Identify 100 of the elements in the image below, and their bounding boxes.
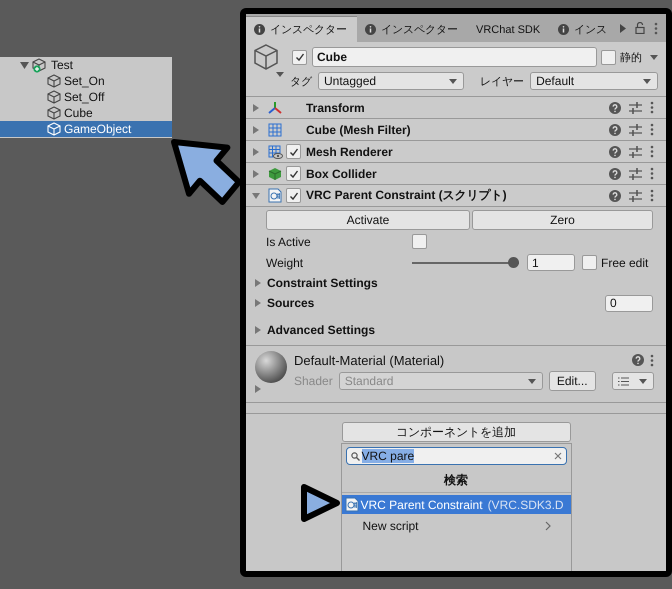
caret-icon [650,54,658,60]
more-icon[interactable] [650,167,654,180]
help-icon[interactable] [609,146,621,158]
grid-icon [268,122,282,136]
active-checkbox[interactable] [292,50,307,64]
menu-item[interactable]: New script [342,516,570,535]
weight-field[interactable]: 1 [527,254,575,271]
foldout-arrow-icon[interactable] [252,126,260,134]
cube-icon [47,90,61,104]
is-active-checkbox[interactable] [412,234,427,249]
checkmark-icon [288,146,298,156]
component-name: Transform [306,100,365,114]
checkbox-label: Free edit [601,256,648,270]
component-name: Mesh Renderer [306,144,393,158]
foldout-arrow-icon[interactable] [254,279,262,287]
search-icon [350,452,360,460]
foldout-label[interactable]: Sources [267,296,314,310]
tree-item[interactable]: GameObject [0,121,172,137]
component-header[interactable]: VRC Parent Constraint (スクリプト) [246,185,666,207]
layer-label: レイヤー [480,74,524,88]
tree-item[interactable]: Set_On [0,73,172,89]
more-icon[interactable] [650,189,654,202]
section-header: 検索 [342,468,570,493]
cube-icon [47,122,61,136]
action-button[interactable]: Activate [266,210,470,230]
inspector-tab[interactable]: VRChat SDK [468,17,550,42]
component-name: Cube (Mesh Filter) [306,122,411,136]
clear-icon[interactable] [554,452,562,460]
add-component-button[interactable]: コンポーネントを追加 [342,422,570,442]
foldout-label[interactable]: Constraint Settings [267,276,378,290]
more-icon[interactable] [650,101,654,114]
tree-item[interactable]: Test [0,57,172,73]
script-icon [344,497,358,512]
help-icon[interactable] [632,354,644,366]
component-header[interactable]: Box Collider [246,163,666,185]
scroll-right-icon[interactable] [620,24,626,32]
checkmark-icon [288,168,298,178]
static-label: 静的 [620,50,642,64]
tag-label: タグ [290,74,312,88]
cube-icon [47,106,61,120]
more-icon[interactable] [654,22,658,34]
help-icon[interactable] [609,168,621,180]
menu-item[interactable]: VRC Parent Constraint (VRC.SDK3.D [342,495,570,514]
component-name: VRC Parent Constraint (スクリプト) [306,187,507,204]
sliders-icon[interactable] [629,102,642,114]
material-name: Default-Material (Material) [294,352,444,368]
count-field[interactable]: 0 [605,294,653,312]
sliders-icon[interactable] [629,124,642,136]
help-icon[interactable] [609,124,621,136]
sliders-icon[interactable] [629,168,642,180]
action-button[interactable]: Zero [472,210,653,230]
foldout-arrow-icon[interactable] [254,385,262,393]
layer-dropdown[interactable]: Default [530,72,658,90]
chevron-icon [544,520,550,530]
foldout-arrow-icon[interactable] [254,299,262,307]
tag-dropdown[interactable]: Untagged [318,72,464,90]
foldout-arrow-icon[interactable] [254,326,262,334]
name-field[interactable]: Cube [312,47,597,67]
cube-icon [252,43,280,71]
static-checkbox[interactable] [601,50,616,64]
component-header[interactable]: Mesh Renderer [246,141,666,163]
checkmark-icon [294,52,304,62]
caret-icon [528,378,536,384]
foldout-arrow-icon[interactable] [252,104,260,112]
foldout-arrow-icon[interactable] [252,192,260,200]
help-icon[interactable] [609,102,621,114]
caret-icon [643,78,651,84]
script-icon [268,188,282,203]
sliders-icon[interactable] [629,146,642,158]
sliders-icon[interactable] [629,190,642,202]
search-field[interactable]: VRC pare [346,447,566,465]
caret-icon[interactable] [276,72,284,76]
enable-checkbox[interactable] [286,188,301,203]
checkmark-icon [288,190,298,200]
inspector-tab[interactable]: インスペクター [246,16,357,42]
expand-arrow-icon[interactable] [20,60,29,70]
more-icon[interactable] [650,145,654,158]
enable-checkbox[interactable] [286,144,301,159]
enable-checkbox[interactable] [286,166,301,181]
more-icon[interactable] [650,123,654,136]
caret-icon [449,78,458,84]
inspector-tab[interactable]: インスペクター [357,17,468,42]
list-dropdown[interactable] [612,372,654,390]
cube-icon [47,74,61,88]
lock-icon[interactable] [635,22,645,34]
triangle-icon [301,484,340,522]
property-label: Is Active [266,234,312,248]
edit-button[interactable]: Edit... [548,371,596,391]
grid-eye-icon [268,144,282,158]
tree-item[interactable]: Cube [0,105,172,121]
foldout-arrow-icon[interactable] [252,148,260,156]
foldout-label[interactable]: Advanced Settings [267,323,376,337]
more-icon[interactable] [650,354,654,366]
tree-item[interactable]: Set_Off [0,89,172,105]
collider-cube-icon [268,166,282,180]
inspector-tab[interactable]: インス [550,17,618,42]
shader-label: Shader [294,374,333,388]
help-icon[interactable] [609,190,621,202]
free-edit-checkbox[interactable] [582,255,597,270]
foldout-arrow-icon[interactable] [252,170,260,178]
